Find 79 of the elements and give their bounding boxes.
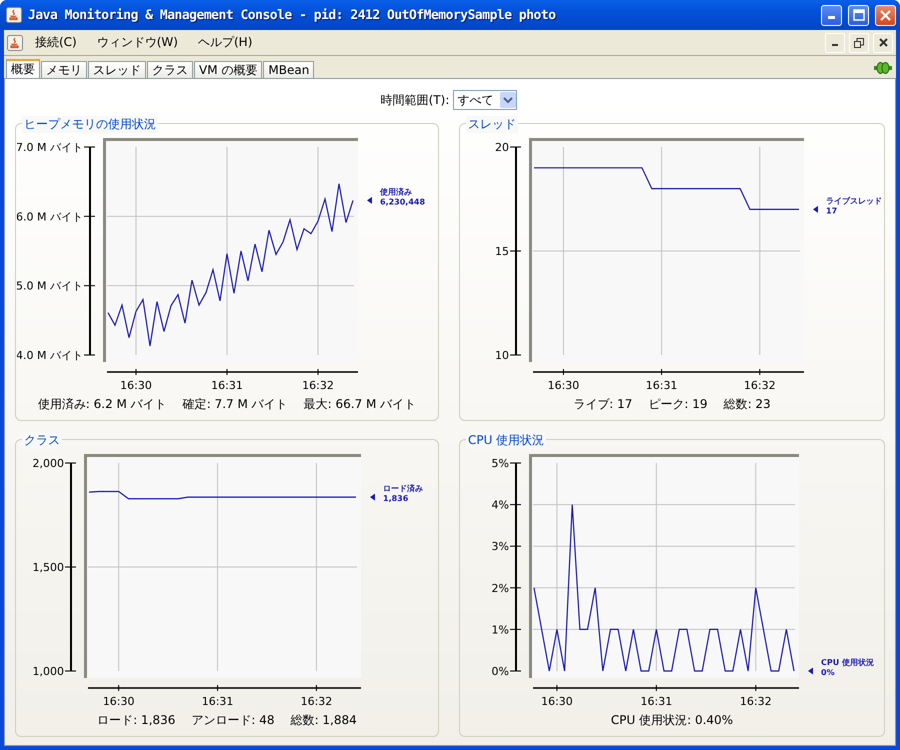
connection-icon[interactable]: [874, 62, 892, 74]
axis-label: 4.0 M バイト: [17, 349, 83, 362]
axis-label: 16:30: [120, 379, 152, 392]
legend-marker-icon: [813, 206, 818, 213]
close-icon: [878, 38, 888, 47]
legend-label: ライブスレッド: [826, 196, 882, 206]
axis-label: 16:32: [300, 695, 332, 708]
summary-text: アンロード: 48: [191, 712, 275, 729]
legend-label: 使用済み: [380, 187, 412, 196]
panel-title: クラス: [22, 432, 62, 449]
axis-label: 15: [495, 245, 509, 258]
tab[interactable]: VM の概要: [194, 61, 262, 78]
axis-label: 16:30: [548, 379, 580, 392]
axis-label: 3%: [492, 540, 509, 554]
close-button[interactable]: [873, 32, 893, 52]
panel-title: CPU 使用状況: [466, 432, 546, 449]
summary-text: ロード: 1,836: [97, 712, 176, 729]
summary-text: CPU 使用状況: 0.40%: [610, 712, 734, 729]
close-icon: [880, 10, 891, 20]
axis-label: 5.0 M バイト: [17, 280, 83, 293]
axis-label: 5%: [492, 457, 509, 470]
minimize-button[interactable]: [825, 32, 845, 52]
axis-label: 16:32: [744, 379, 776, 392]
axis-label: 16:31: [640, 695, 672, 708]
tab[interactable]: MBean: [263, 61, 314, 78]
maximize-icon: [852, 9, 864, 21]
legend-marker-icon: [370, 494, 375, 501]
tab[interactable]: スレッド: [88, 61, 146, 78]
axis-label: 1,000: [32, 665, 64, 678]
menu-item[interactable]: 接続(C): [27, 32, 85, 53]
summary-text: 総数: 23: [724, 396, 771, 413]
panel-title: ヒープメモリの使用状況: [22, 116, 158, 133]
legend-value: 17: [826, 206, 838, 216]
axis-label: 1,500: [32, 561, 64, 574]
app-icon[interactable]: [7, 34, 23, 50]
axis-label: 2%: [492, 582, 509, 595]
axis-label: 16:32: [302, 379, 334, 392]
axis-label: 7.0 M バイト: [17, 141, 83, 154]
axis-label: 16:30: [102, 695, 135, 708]
tab[interactable]: クラス: [147, 61, 193, 78]
restore-button[interactable]: [849, 32, 869, 52]
axis-label: 4%: [492, 498, 509, 512]
panel-title: スレッド: [466, 116, 518, 133]
menu-item[interactable]: ヘルプ(H): [190, 32, 260, 53]
time-range-label: 時間範囲(T):: [380, 92, 450, 108]
summary-text: 総数: 1,884: [290, 712, 357, 729]
maximize-button[interactable]: [848, 4, 869, 26]
app-icon: [6, 7, 22, 23]
legend-value: 1,836: [383, 494, 408, 504]
axis-label: 16:32: [740, 695, 772, 708]
summary-text: ピーク: 19: [648, 396, 708, 413]
window-title: Java Monitoring & Management Console - pid: 2412 OutOfMemorySample photo: [28, 8, 557, 22]
minimize-button[interactable]: [821, 4, 842, 26]
tab[interactable]: メモリ: [41, 61, 87, 78]
legend-value: 0%: [821, 668, 835, 677]
summary-text: 最大: 66.7 M バイト: [304, 396, 416, 413]
axis-label: 20: [495, 141, 509, 154]
menu-item[interactable]: ウィンドウ(W): [88, 32, 186, 53]
close-button[interactable]: [875, 4, 896, 26]
legend-marker-icon: [367, 196, 372, 204]
legend-marker-icon: [808, 668, 813, 674]
summary-text: ライブ: 17: [573, 396, 632, 413]
tab[interactable]: 概要: [6, 59, 40, 78]
summary-text: 確定: 7.7 M バイト: [182, 396, 288, 413]
axis-label: 2,000: [32, 457, 64, 470]
axis-label: 10: [495, 349, 509, 362]
axis-label: 16:31: [211, 379, 243, 392]
axis-label: 6.0 M バイト: [17, 210, 83, 224]
axis-label: 0%: [492, 665, 509, 678]
legend-value: 6,230,448: [380, 197, 426, 206]
axis-label: 16:31: [646, 379, 678, 392]
legend-label: ロード済み: [383, 484, 423, 494]
restore-icon: [854, 38, 864, 48]
time-range-dropdown[interactable]: すべて: [453, 90, 518, 110]
summary-text: 使用済み: 6.2 M バイト: [38, 396, 167, 413]
axis-label: 16:30: [541, 695, 573, 708]
axis-label: 1%: [492, 623, 509, 636]
axis-label: 16:31: [202, 695, 234, 708]
legend-label: CPU 使用状況: [821, 658, 874, 667]
